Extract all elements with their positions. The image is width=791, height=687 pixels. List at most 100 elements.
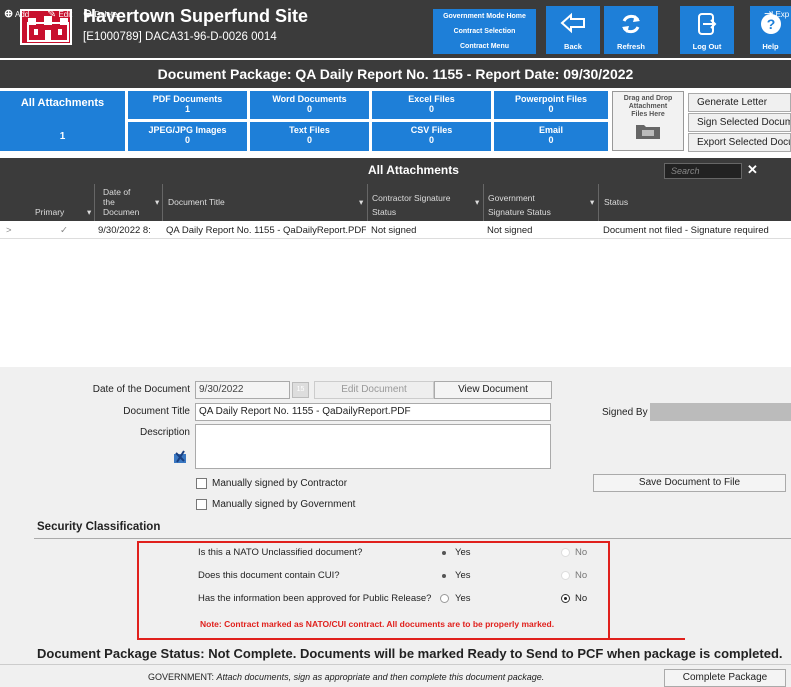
- tile-excel-files[interactable]: Excel Files 0: [372, 91, 491, 119]
- filter-icon[interactable]: ▾: [475, 197, 479, 207]
- edit-button[interactable]: ✎ Edit: [47, 7, 72, 20]
- tile-powerpoint-files[interactable]: Powerpoint Files 0: [494, 91, 608, 119]
- date-input[interactable]: 9/30/2022: [195, 381, 290, 399]
- document-title-input[interactable]: QA Daily Report No. 1155 - QaDailyReport…: [195, 403, 551, 421]
- tile-label: JPEG/JPG Images: [148, 125, 227, 135]
- column-label-line1: Date of: [103, 187, 131, 197]
- refresh-button[interactable]: Refresh: [604, 6, 658, 54]
- view-document-button[interactable]: View Document: [434, 381, 552, 399]
- table-row[interactable]: > ✓ 9/30/2022 8: QA Daily Report No. 115…: [0, 222, 791, 239]
- column-label: Document Title: [168, 197, 225, 207]
- refresh-icon: [622, 14, 640, 34]
- edit-document-button[interactable]: Edit Document: [314, 381, 434, 399]
- column-label-line1: Contractor Signature: [372, 193, 451, 203]
- tile-pdf-documents[interactable]: PDF Documents 1: [128, 91, 247, 119]
- column-label: Primary: [35, 207, 65, 217]
- back-label: Back: [564, 42, 582, 51]
- column-label-line3: Documen: [103, 207, 140, 217]
- add-label: Add: [15, 10, 30, 19]
- tile-text-files[interactable]: Text Files 0: [250, 122, 369, 151]
- tile-email[interactable]: Email 0: [494, 122, 608, 151]
- tile-count: 1: [184, 104, 190, 114]
- tile-count: 0: [548, 104, 554, 114]
- government-label: GOVERNMENT:: [148, 672, 215, 682]
- tile-jpeg-images[interactable]: JPEG/JPG Images 0: [128, 122, 247, 151]
- manually-signed-contractor-label: Manually signed by Contractor: [212, 478, 348, 489]
- export-icon: ⇥: [764, 8, 774, 20]
- filter-icon[interactable]: ▾: [359, 197, 363, 207]
- spellcheck-icon[interactable]: [173, 450, 187, 467]
- back-button[interactable]: Back: [546, 6, 600, 54]
- logout-button[interactable]: Log Out: [680, 6, 734, 54]
- column-government-signature[interactable]: Government Signature Status ▾: [483, 184, 598, 221]
- export-button[interactable]: ⇥ Exp: [764, 7, 789, 20]
- add-button[interactable]: ⊕ Add: [4, 7, 29, 20]
- column-label-line2: the: [103, 197, 115, 207]
- grid-empty-area: [0, 239, 791, 367]
- row-selector-chevron-icon[interactable]: >: [6, 225, 12, 236]
- column-date[interactable]: Date of the Documen ▾: [94, 184, 162, 221]
- drag-drop-zone[interactable]: Drag and Drop Attachment Files Here: [612, 91, 684, 151]
- contract-menu-link[interactable]: Contract Menu: [433, 39, 536, 54]
- tile-label: Powerpoint Files: [514, 94, 587, 104]
- tile-all-attachments[interactable]: All Attachments 1: [0, 91, 125, 151]
- save-document-to-file-button[interactable]: Save Document to File: [593, 474, 786, 492]
- generate-letter-button[interactable]: Generate Letter: [688, 93, 791, 112]
- column-primary[interactable]: Primary ▾: [33, 184, 94, 221]
- highlight-underline: [137, 638, 685, 640]
- manually-signed-contractor-checkbox[interactable]: [196, 478, 207, 489]
- help-label: Help: [762, 42, 779, 51]
- divider: [34, 538, 791, 539]
- tile-label: CSV Files: [410, 125, 453, 135]
- export-label: Exp: [775, 10, 790, 19]
- filter-icon[interactable]: ▾: [155, 197, 159, 207]
- signed-by-field: [650, 403, 791, 421]
- package-title: Document Package: QA Daily Report No. 11…: [0, 60, 791, 88]
- primary-checkmark[interactable]: ✓: [60, 225, 68, 236]
- complete-package-button[interactable]: Complete Package: [664, 669, 786, 687]
- government-mode-home-link[interactable]: Government Mode Home: [433, 9, 536, 24]
- cell-status: Document not filed - Signature required: [603, 225, 769, 236]
- drag-drop-label: Drag and Drop Attachment Files Here: [623, 95, 673, 118]
- logout-label: Log Out: [692, 42, 722, 51]
- grid-title: All Attachments: [368, 163, 459, 177]
- document-title-label: Document Title: [123, 406, 190, 417]
- column-document-title[interactable]: Document Title ▾: [162, 184, 367, 221]
- contract-id: [E1000789] DACA31-96-D-0026 0014: [83, 31, 277, 43]
- sign-selected-button[interactable]: Sign Selected Docume: [688, 113, 791, 132]
- tile-count: 0: [428, 135, 434, 145]
- column-label-line2: Signature Status: [488, 207, 551, 217]
- tile-count: 0: [428, 104, 434, 114]
- security-classification-heading: Security Classification: [37, 521, 161, 533]
- tile-count: 0: [184, 135, 190, 145]
- tile-label: Excel Files: [408, 94, 455, 104]
- description-textarea[interactable]: [195, 424, 551, 469]
- edit-icon: ✎: [47, 8, 57, 20]
- export-selected-button[interactable]: Export Selected Docum: [688, 133, 791, 152]
- filter-icon[interactable]: ▾: [87, 207, 91, 217]
- tile-label: PDF Documents: [152, 94, 223, 104]
- tile-count: 0: [306, 104, 312, 114]
- tile-count: 0: [548, 135, 554, 145]
- tile-word-documents[interactable]: Word Documents 0: [250, 91, 369, 119]
- contract-selection-link[interactable]: Contract Selection: [433, 24, 536, 39]
- tile-label: Text Files: [289, 125, 330, 135]
- add-icon: ⊕: [4, 8, 14, 20]
- cell-document-title: QA Daily Report No. 1155 - QaDailyReport…: [166, 225, 366, 236]
- delete-icon: ⊖: [83, 8, 93, 20]
- divider: [0, 664, 791, 665]
- calendar-icon[interactable]: 15: [292, 382, 309, 398]
- grid-header: Primary ▾ Date of the Documen ▾ Document…: [0, 184, 791, 221]
- delete-button[interactable]: ⊖ Delete: [83, 7, 118, 20]
- cell-date: 9/30/2022 8:: [98, 225, 151, 236]
- cell-contractor-status: Not signed: [371, 225, 417, 236]
- manually-signed-government-checkbox[interactable]: [196, 499, 207, 510]
- edit-label: Edit: [58, 10, 73, 19]
- column-status[interactable]: Status: [598, 184, 791, 221]
- search-input[interactable]: Search: [664, 163, 742, 179]
- tile-csv-files[interactable]: CSV Files 0: [372, 122, 491, 151]
- filter-icon[interactable]: ▾: [590, 197, 594, 207]
- government-instruction: GOVERNMENT: Attach documents, sign as ap…: [148, 672, 544, 682]
- column-contractor-signature[interactable]: Contractor Signature Status ▾: [367, 184, 483, 221]
- clear-search-icon[interactable]: ✕: [747, 162, 758, 178]
